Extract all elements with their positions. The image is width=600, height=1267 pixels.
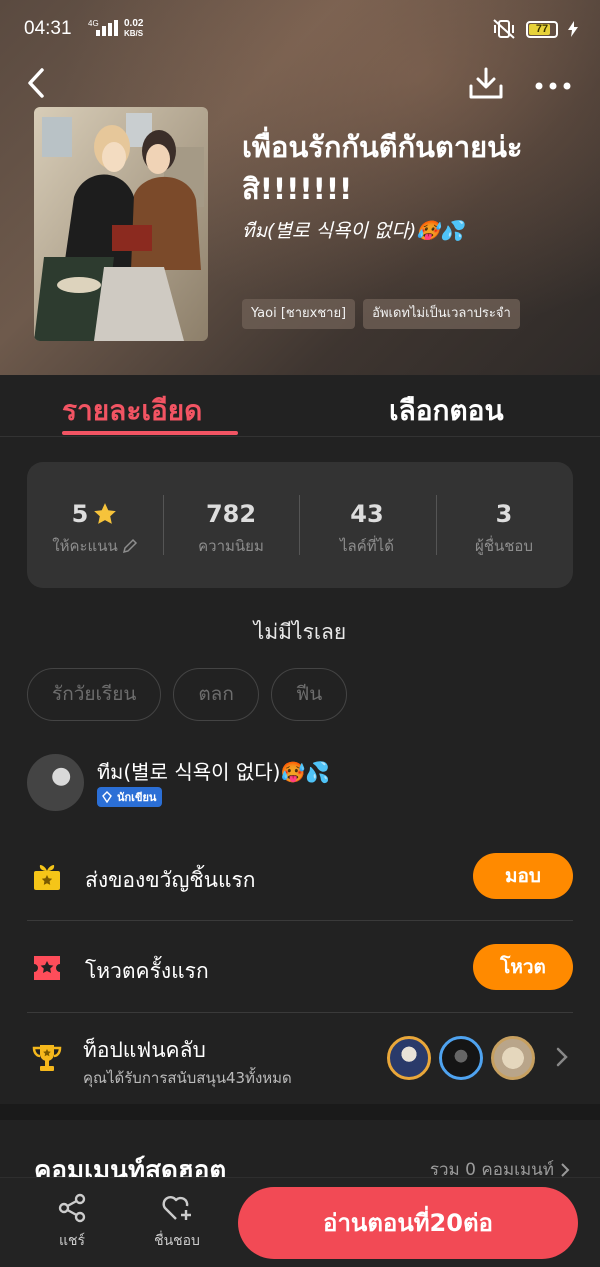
popularity-value: 782 (205, 500, 257, 528)
stats-card: 5 ให้คะแนน 782 ความนิยม 43 ไลค์ที่ได้ 3 … (27, 462, 573, 588)
back-icon[interactable] (22, 64, 54, 102)
status-bar: 04:31 4G 0.02 KB/S 77 (0, 0, 600, 60)
more-icon[interactable] (533, 64, 573, 104)
gift-label: ส่งของขวัญชิ้นแรก (85, 868, 256, 892)
fanclub-row[interactable]: ท็อปแฟนคลับ คุณได้รับการสนับสนุน43ทั้งหม… (27, 1030, 573, 1090)
star-icon (94, 503, 117, 524)
tag-update-schedule[interactable]: อัพเดทไม่เป็นเวลาประจำ (363, 299, 520, 329)
gift-icon (34, 865, 60, 890)
tab-details[interactable]: รายละเอียด (62, 389, 202, 433)
active-tab-indicator (62, 431, 238, 435)
fans-label: ผู้ชื่นชอบ (475, 537, 533, 555)
tab-episodes[interactable]: เลือกตอน (389, 389, 504, 433)
vote-ticket-icon (34, 956, 60, 980)
book-cover[interactable] (34, 107, 208, 341)
battery-icon: 77 (526, 20, 558, 38)
gift-row: ส่งของขวัญชิ้นแรก มอบ (27, 852, 573, 902)
book-title: เพื่อนรักกันตีกันตายน่ะสิ!!!!!!! (242, 130, 523, 206)
author-avatar[interactable] (27, 754, 84, 811)
stat-popularity: 782 ความนิยม (163, 498, 299, 558)
vote-row: โหวตครั้งแรก โหวต (27, 943, 573, 993)
gift-button[interactable]: มอบ (473, 853, 573, 899)
trophy-icon (32, 1045, 62, 1071)
vibrate-mute-icon (493, 19, 515, 39)
writer-badge: นักเขียน (97, 787, 163, 807)
popularity-label: ความนิยม (198, 537, 264, 555)
share-icon (58, 1193, 86, 1223)
genre-chip[interactable]: รักวัยเรียน (27, 668, 162, 721)
bottom-action-bar: แชร์ ชื่นชอบ อ่านตอนที่20ต่อ (0, 1177, 600, 1267)
stat-fans: 3 ผู้ชื่นชอบ (436, 498, 572, 558)
status-icons: 77 (492, 17, 578, 41)
likes-label: ไลค์ที่ได้ (340, 537, 394, 555)
fan-avatars (387, 1036, 535, 1080)
vote-label: โหวตครั้งแรก (85, 959, 209, 983)
charging-icon (568, 21, 578, 37)
writer-badge-label: นักเขียน (117, 791, 157, 804)
heart-plus-icon (162, 1196, 191, 1220)
network-speed: 0.02 KB/S (124, 18, 144, 39)
genre-chip[interactable]: ฟีน (270, 668, 348, 721)
tab-bar: รายละเอียด เลือกตอน (0, 375, 600, 437)
hero-header: 04:31 4G 0.02 KB/S 77 เพื่อนรักกันตีกันต… (0, 0, 600, 375)
continue-reading-button[interactable]: อ่านตอนที่20ต่อ (238, 1187, 578, 1259)
divider (27, 1012, 573, 1013)
genre-tags: รักวัยเรียน ตลก ฟีน (27, 668, 348, 721)
fan-avatar[interactable] (491, 1036, 535, 1080)
fans-value: 3 (495, 500, 513, 528)
fan-avatar[interactable] (387, 1036, 431, 1080)
quill-icon (102, 791, 112, 803)
vote-button[interactable]: โหวต (473, 944, 573, 990)
status-time: 04:31 (24, 18, 72, 39)
like-button[interactable]: ชื่นชอบ (137, 1192, 217, 1252)
fanclub-subtitle: คุณได้รับการสนับสนุน43ทั้งหมด (83, 1069, 292, 1087)
description-text: ไม่มีไรเลย (253, 620, 347, 644)
share-button[interactable]: แชร์ (32, 1192, 112, 1252)
likes-value: 43 (350, 500, 384, 528)
signal-icon (96, 20, 118, 36)
genre-chip[interactable]: ตลก (173, 668, 259, 721)
book-tags: Yaoi [ชายxชาย] อัพเดทไม่เป็นเวลาประจำ (242, 299, 520, 329)
divider (27, 920, 573, 921)
tag-yaoi[interactable]: Yaoi [ชายxชาย] (242, 299, 356, 329)
chevron-right-icon (561, 1162, 570, 1177)
rating-label: ให้คะแนน (52, 537, 118, 555)
book-author[interactable]: ทีม(별로 식욕이 없다)🥵💦 (242, 216, 464, 246)
section-separator (0, 1104, 600, 1120)
stat-likes: 43 ไลค์ที่ได้ (299, 498, 435, 558)
cover-illustration (34, 107, 208, 341)
fanclub-label: ท็อปแฟนคลับ (83, 1038, 206, 1062)
chevron-right-icon (556, 1047, 568, 1067)
download-icon[interactable] (466, 64, 506, 104)
top-nav (0, 60, 600, 106)
edit-pencil-icon[interactable] (122, 538, 138, 554)
author-name[interactable]: ทีม(별로 식욕이 없다)🥵💦 (97, 756, 330, 788)
share-label: แชร์ (58, 1233, 86, 1249)
rating-value: 5 (71, 500, 89, 528)
stat-rating[interactable]: 5 ให้คะแนน (27, 498, 163, 558)
fan-avatar[interactable] (439, 1036, 483, 1080)
like-label: ชื่นชอบ (154, 1233, 200, 1249)
